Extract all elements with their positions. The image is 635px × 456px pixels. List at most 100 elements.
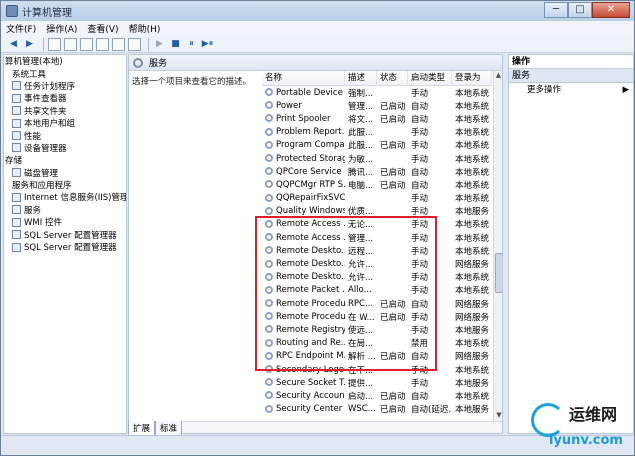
service-log-on-as: 本地系统 <box>455 273 490 284</box>
column-header-description[interactable]: 描述 <box>345 70 377 86</box>
service-gear-icon <box>265 167 273 176</box>
export-list-icon[interactable] <box>80 37 93 51</box>
service-log-on-as: 本地系统 <box>455 391 490 402</box>
tree-item-wmi[interactable]: WMI 控件 <box>4 216 126 228</box>
service-row[interactable]: Protected Storage 为敏... 手动 本地系统 <box>262 152 492 165</box>
tree-item-performance[interactable]: 性能 <box>4 129 126 142</box>
service-log-on-as: 本地服务 <box>455 405 490 416</box>
service-row[interactable]: Program Compa...此服... 已启动手动 本地系统 <box>262 139 492 152</box>
menu-file[interactable]: 文件(F) <box>1 22 41 35</box>
menu-action[interactable]: 操作(A) <box>41 22 82 35</box>
column-header-log-on-as[interactable]: 登录为 <box>452 70 492 86</box>
scroll-up-icon[interactable]: ▲ <box>494 71 502 81</box>
maximize-button[interactable]: □ <box>568 2 592 18</box>
start-service-icon[interactable]: ▶ <box>153 38 166 51</box>
service-row[interactable]: Secure Socket T... 提供... 手动 本地服务 <box>262 376 492 389</box>
watermark-url: iyunv.com <box>549 433 623 448</box>
service-row[interactable]: Print Spooler 将文... 已启动 自动 本地系统 <box>262 112 492 125</box>
refresh-icon[interactable] <box>96 37 109 51</box>
device-manager-icon <box>12 143 21 153</box>
scroll-thumb[interactable] <box>495 253 502 293</box>
service-gear-icon <box>265 206 273 215</box>
service-log-on-as: 本地服务 <box>455 207 490 218</box>
restart-service-icon[interactable]: ▶⏸ <box>201 38 214 51</box>
computer-management-icon <box>6 5 18 17</box>
properties-icon[interactable] <box>112 37 125 51</box>
service-name-label: Security Accoun... <box>276 390 345 401</box>
menu-view[interactable]: 查看(V) <box>82 22 123 35</box>
service-row[interactable]: Problem Report... 此服... 手动 本地系统 <box>262 126 492 139</box>
column-header-name[interactable]: 名称 <box>262 70 345 86</box>
service-gear-icon <box>265 154 273 163</box>
tree-item-services[interactable]: 服务 <box>4 204 126 216</box>
tree-item-task-scheduler[interactable]: 任务计划程序 <box>4 80 126 92</box>
forward-icon[interactable]: ▶ <box>23 38 36 51</box>
tree-item-sql-config-1[interactable]: SQL Server 配置管理器 <box>4 228 126 241</box>
service-log-on-as: 本地系统 <box>455 286 490 297</box>
service-log-on-as: 本地系统 <box>455 180 490 191</box>
tree-item-iis[interactable]: Internet 信息服务(IIS)管理器 <box>4 191 126 203</box>
tree-item-storage[interactable]: 存储 <box>4 154 126 166</box>
service-gear-icon <box>265 88 273 97</box>
tree-item-sql-config-2[interactable]: SQL Server 配置管理器 <box>4 241 126 253</box>
scroll-down-icon[interactable]: ▼ <box>494 411 502 421</box>
service-log-on-as: 本地系统 <box>455 128 490 139</box>
services-gear-icon <box>133 57 143 68</box>
service-row[interactable]: Security Accoun...启动... 已启动自动 本地系统 <box>262 389 492 402</box>
service-startup-type: 手动 <box>411 378 429 389</box>
service-row[interactable]: Portable Device ...强制... 手动 本地系统 <box>262 86 492 99</box>
service-row[interactable]: QQPCMgr RTP S... 电脑... 已启动 自动 本地系统 <box>262 178 492 191</box>
service-log-on-as: 本地系统 <box>455 88 490 99</box>
service-name: Secure Socket T... <box>262 378 345 388</box>
service-startup-type: 手动 <box>411 194 429 205</box>
service-log-on-as: 网络服务 <box>455 299 490 310</box>
tree-item-label: 事件查看器 <box>24 94 67 105</box>
toolbar-separator <box>43 37 44 51</box>
tab-extended[interactable]: 扩展 <box>128 421 156 436</box>
service-name: Protected Storage <box>262 154 345 164</box>
column-header-status[interactable]: 状态 <box>377 70 408 86</box>
service-row[interactable]: QPCore Service 腾讯... 已启动 自动 本地系统 <box>262 165 492 178</box>
up-folder-icon[interactable] <box>48 37 61 51</box>
tree-item-services-apps[interactable]: 服务和应用程序 <box>4 179 126 191</box>
performance-icon <box>12 131 21 141</box>
tree-item-label: 磁盘管理 <box>24 168 59 179</box>
horizontal-scrollbar[interactable] <box>129 421 502 433</box>
tree-item-shared-folders[interactable]: 共享文件夹 <box>4 105 126 117</box>
minimize-button[interactable]: ─ <box>544 2 568 18</box>
service-row[interactable]: Security Center WSC... 已启动 自动(延迟... 本地服务 <box>262 403 492 416</box>
stop-service-icon[interactable]: ■ <box>169 38 182 51</box>
service-gear-icon <box>265 140 273 149</box>
more-actions-item[interactable]: 更多操作 ▶ <box>509 83 633 97</box>
service-gear-icon <box>265 101 273 110</box>
tree-item-local-users[interactable]: 本地用户和组 <box>4 117 126 129</box>
service-description-cell: 强制... <box>348 88 374 99</box>
column-header-startup-type[interactable]: 启动类型 <box>408 70 452 86</box>
show-hide-tree-icon[interactable] <box>64 37 77 51</box>
menu-help[interactable]: 帮助(H) <box>124 22 166 35</box>
tree-item-event-viewer[interactable]: 事件查看器 <box>4 92 126 104</box>
actions-section-services[interactable]: 服务 <box>509 69 633 83</box>
tree-item-disk-management[interactable]: 磁盘管理 <box>4 167 126 179</box>
tab-standard[interactable]: 标准 <box>155 421 183 436</box>
tree-item-device-manager[interactable]: 设备管理器 <box>4 142 126 154</box>
view-tabs: 扩展 标准 <box>128 421 183 436</box>
service-name: Program Compa... <box>262 140 345 150</box>
tree-item-root[interactable]: 算机管理(本地) <box>4 55 126 67</box>
service-name-label: Protected Storage <box>276 153 345 164</box>
help-icon[interactable] <box>128 37 141 51</box>
service-description-cell: 管理... <box>348 101 374 112</box>
back-icon[interactable]: ◀ <box>7 38 20 51</box>
tree-item-label: 本地用户和组 <box>24 119 76 130</box>
tree-item-system-tools[interactable]: 系统工具 <box>4 67 126 80</box>
service-log-on-as: 本地系统 <box>455 339 490 350</box>
service-row[interactable]: Power 管理... 已启动 自动 本地系统 <box>262 99 492 112</box>
task-scheduler-icon <box>12 81 21 91</box>
close-button[interactable]: ✕ <box>592 2 630 18</box>
service-row[interactable]: QQRepairFixSVC 手动 本地系统 <box>262 192 492 205</box>
pause-service-icon[interactable]: ⏸ <box>185 38 198 51</box>
service-name: Quality Windows... <box>262 206 345 216</box>
vertical-scrollbar[interactable]: ▲ ▼ <box>493 71 502 421</box>
service-name-label: Program Compa... <box>276 140 345 151</box>
tree-item-label: 算机管理(本地) <box>5 57 63 68</box>
